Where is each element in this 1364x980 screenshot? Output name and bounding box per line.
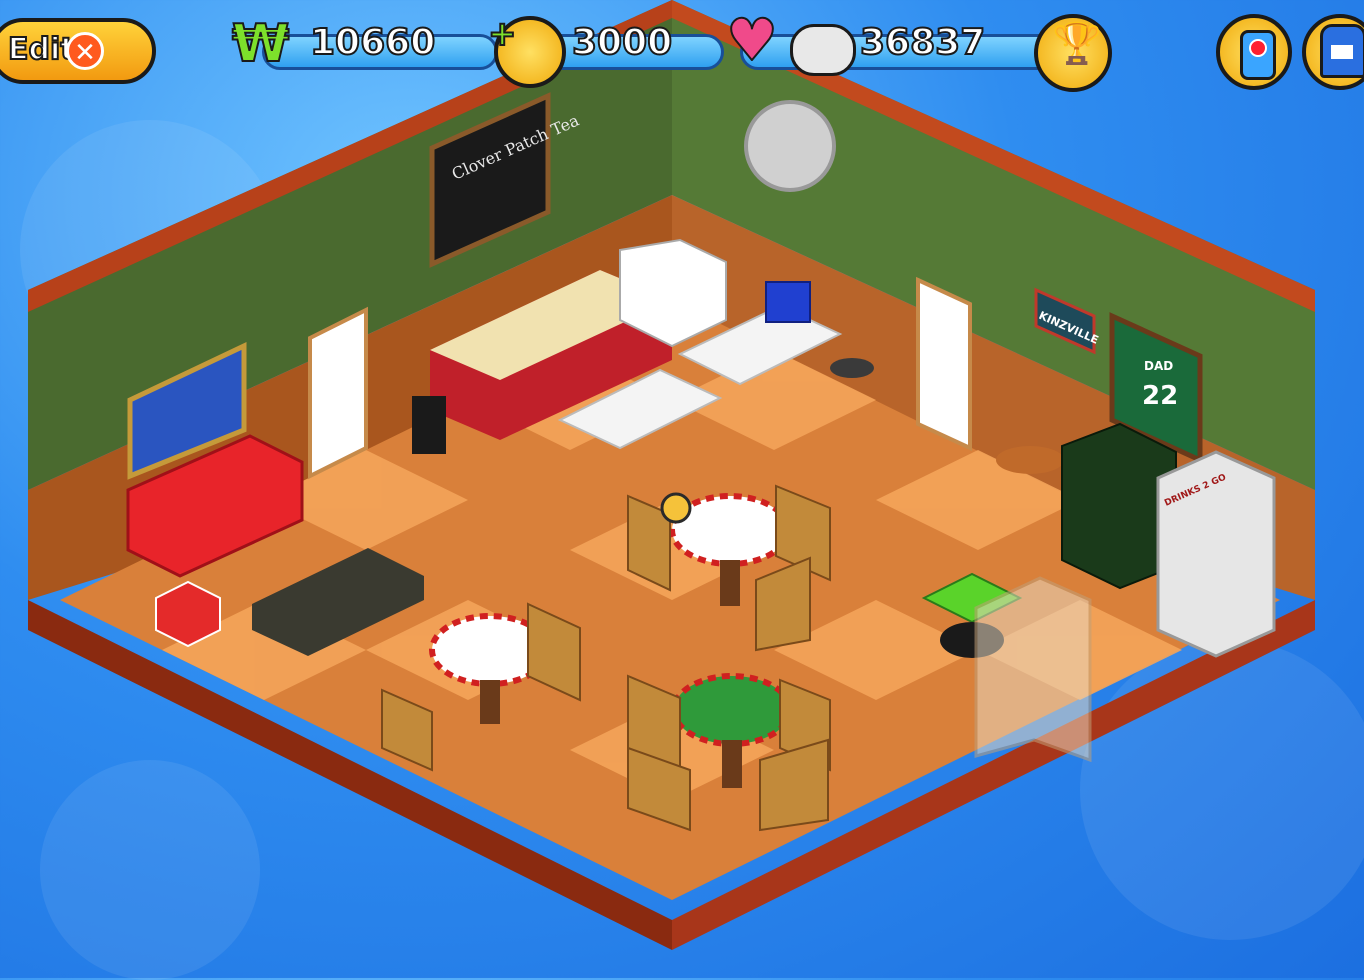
left-door[interactable] (308, 306, 368, 480)
mailbox-icon (1320, 24, 1364, 78)
wall-clock[interactable] (744, 100, 836, 192)
hud-bar: Edit ✕ ₩ 10660 + 3000 ♥ 36837 🏆 (0, 0, 1364, 100)
plus-icon[interactable]: + (487, 13, 517, 55)
kinzcash-amount: 10660 (309, 21, 436, 64)
pet-avatar[interactable] (660, 492, 692, 524)
edit-label: Edit (7, 31, 76, 68)
phone-button[interactable] (1216, 14, 1292, 90)
dog-face-icon (790, 24, 856, 76)
bar-stool[interactable] (830, 358, 874, 378)
happiness-amount: 36837 (859, 21, 986, 64)
kinzcash-icon: ₩ (231, 13, 290, 75)
round-side-table[interactable] (996, 446, 1064, 474)
close-icon[interactable]: ✕ (66, 32, 104, 70)
trophy-icon: 🏆 (1052, 21, 1102, 67)
phone-icon (1240, 30, 1276, 80)
gems-amount: 3000 (571, 21, 673, 64)
connect-four-game[interactable] (765, 281, 811, 323)
ghost-door-placement[interactable] (974, 576, 1092, 763)
right-door[interactable] (916, 276, 972, 452)
room-scene: Clover Patch Tea KINZVILLE DAD 22 DRINKS… (28, 0, 1315, 950)
jersey-text: DAD (1144, 359, 1173, 373)
edit-button[interactable]: Edit ✕ (0, 18, 156, 84)
jersey-number: 22 (1142, 381, 1178, 411)
rainbow-heart-icon: ♥ (725, 5, 779, 75)
mailbox-button[interactable] (1302, 14, 1364, 90)
potted-plant[interactable] (412, 396, 446, 454)
